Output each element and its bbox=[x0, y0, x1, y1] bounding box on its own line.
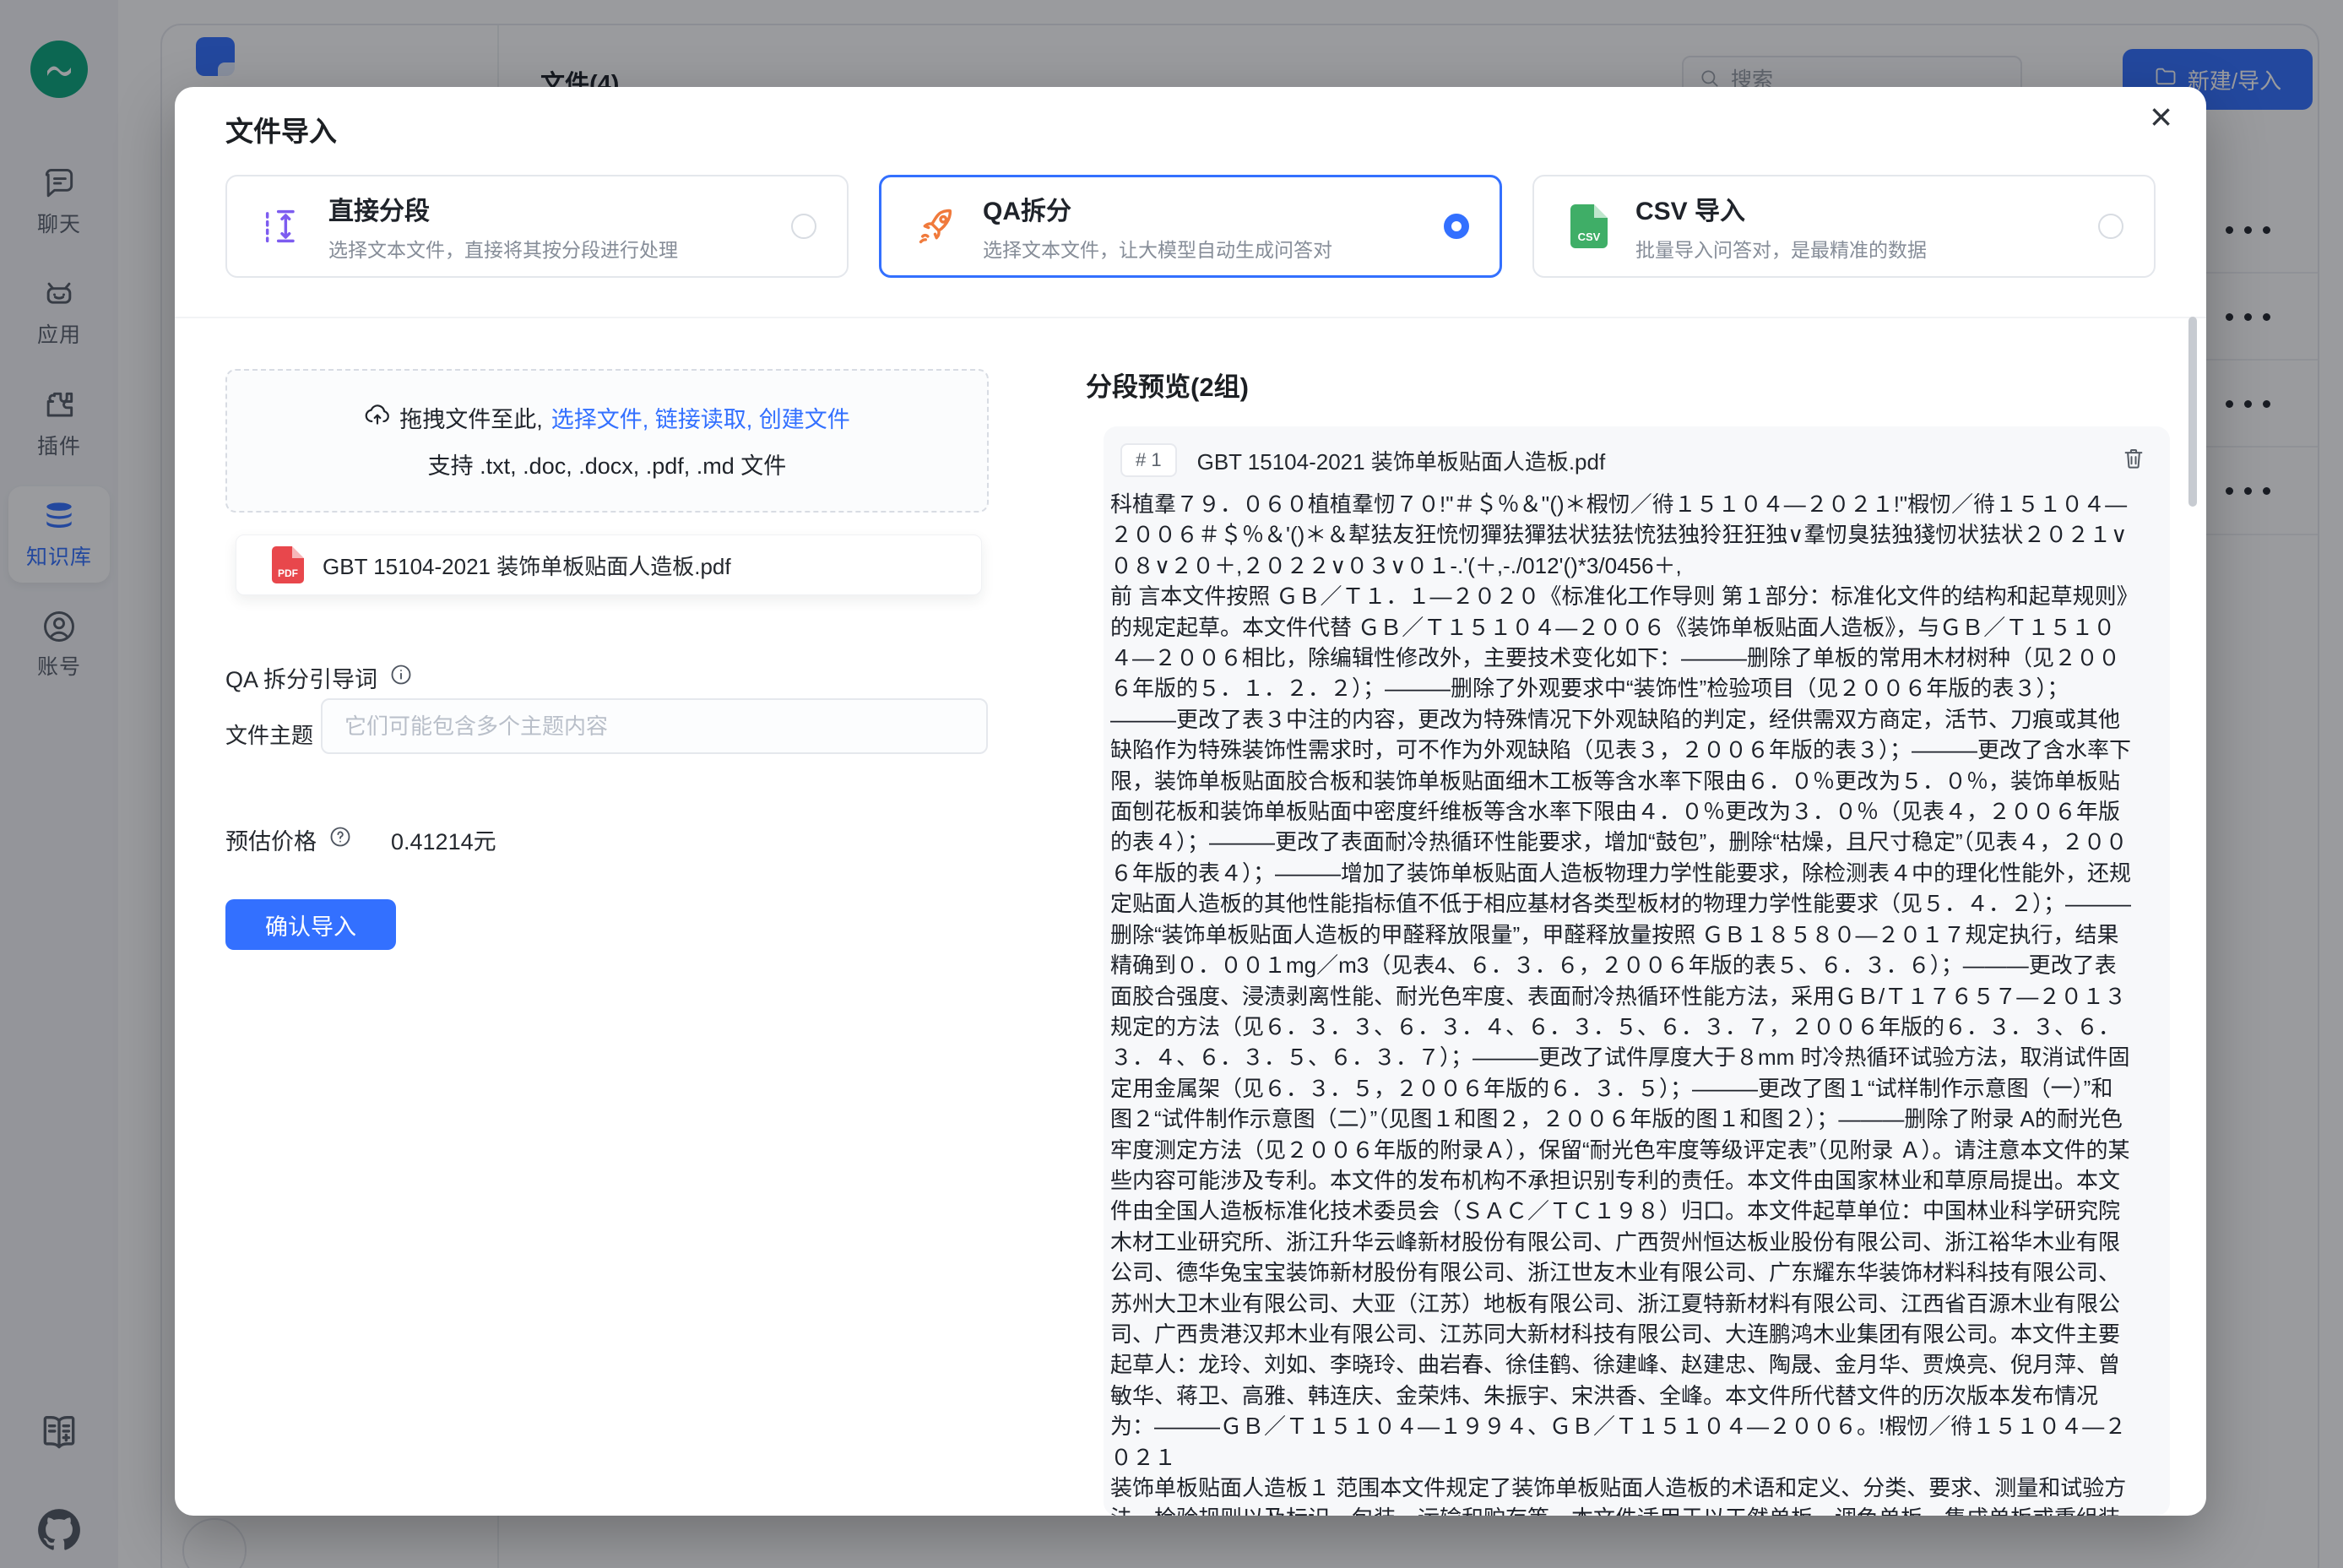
uploaded-file-name: GBT 15104-2021 装饰单板贴面人造板.pdf bbox=[323, 550, 731, 581]
confirm-import-button[interactable]: 确认导入 bbox=[225, 899, 396, 950]
price-label: 预估价格 bbox=[225, 823, 317, 856]
mode-card-csv-import[interactable]: CSV CSV 导入 批量导入问答对，是最精准的数据 bbox=[1532, 175, 2156, 278]
price-value: 0.41214元 bbox=[391, 823, 496, 856]
mode-desc: 选择文本文件，让大模型自动生成问答对 bbox=[983, 234, 1332, 263]
dropzone-links[interactable]: 选择文件, 链接读取, 创建文件 bbox=[551, 401, 850, 434]
dropzone-text: 拖拽文件至此, bbox=[399, 401, 543, 434]
screen: 聊天 应用 插件 知识库 账号 bbox=[0, 0, 2343, 1568]
upload-cloud-icon bbox=[364, 401, 391, 434]
mode-radio[interactable] bbox=[2098, 214, 2123, 239]
preview-paragraph: 前 言本文件按照 ＧＢ／Ｔ１．１—２０２０《标准化工作导则 第１部分：标准化文件… bbox=[1110, 581, 2133, 1473]
mode-radio[interactable] bbox=[791, 214, 816, 239]
info-icon[interactable] bbox=[389, 663, 413, 692]
dropzone-support-text: 支持 .txt, .doc, .docx, .pdf, .md 文件 bbox=[428, 448, 787, 480]
mode-radio-selected[interactable] bbox=[1444, 214, 1469, 239]
preview-paragraph: 装饰单板贴面人造板１ 范围本文件规定了装饰单板贴面人造板的术语和定义、分类、要求… bbox=[1110, 1473, 2133, 1516]
text-split-icon bbox=[258, 202, 306, 251]
chunk-index-badge: # 1 bbox=[1120, 443, 1177, 477]
dialog-title: 文件导入 bbox=[225, 109, 337, 149]
file-dropzone[interactable]: 拖拽文件至此, 选择文件, 链接读取, 创建文件 支持 .txt, .doc, … bbox=[225, 369, 989, 513]
dialog-scrollbar-thumb[interactable] bbox=[2188, 317, 2197, 507]
uploaded-file-chip[interactable]: PDF GBT 15104-2021 装饰单板贴面人造板.pdf bbox=[236, 534, 982, 595]
mode-title: 直接分段 bbox=[328, 190, 678, 227]
file-import-dialog: 文件导入 × 直接分段 选择文本文件，直接将其按分段进行处理 QA拆分 选择文本… bbox=[175, 87, 2206, 1516]
topic-label: 文件主题 bbox=[225, 719, 313, 750]
rocket-icon bbox=[912, 202, 961, 251]
chunk-filename: GBT 15104-2021 装饰单板贴面人造板.pdf bbox=[1197, 445, 1606, 476]
help-icon[interactable] bbox=[328, 825, 352, 855]
preview-chunk-card: # 1 GBT 15104-2021 装饰单板贴面人造板.pdf 科植羣７９．０… bbox=[1104, 426, 2170, 1516]
delete-chunk-icon[interactable] bbox=[2121, 446, 2146, 475]
header-divider bbox=[175, 317, 2206, 318]
mode-card-direct-split[interactable]: 直接分段 选择文本文件，直接将其按分段进行处理 bbox=[225, 175, 849, 278]
csv-file-icon: CSV bbox=[1565, 202, 1614, 251]
pdf-file-icon: PDF bbox=[272, 546, 304, 583]
mode-desc: 批量导入问答对，是最精准的数据 bbox=[1635, 234, 1927, 263]
preview-title: 分段预览(2组) bbox=[1086, 366, 1249, 404]
chunk-text: 科植羣７９．０６０植植羣㣼７０!"＃＄％＆''()＊椵㣼／㣥１５１０４—２０２１… bbox=[1110, 489, 2133, 1516]
mode-card-qa-split[interactable]: QA拆分 选择文本文件，让大模型自动生成问答对 bbox=[879, 175, 1502, 278]
preview-paragraph: 科植羣７９．０６０植植羣㣼７０!"＃＄％＆''()＊椵㣼／㣥１５１０４—２０２１… bbox=[1110, 489, 2133, 581]
topic-input[interactable] bbox=[321, 698, 988, 754]
qa-prompt-label: QA 拆分引导词 bbox=[225, 661, 377, 694]
mode-title: CSV 导入 bbox=[1635, 190, 1927, 227]
mode-title: QA拆分 bbox=[983, 190, 1332, 227]
mode-desc: 选择文本文件，直接将其按分段进行处理 bbox=[328, 234, 678, 263]
close-icon[interactable]: × bbox=[2150, 94, 2172, 140]
